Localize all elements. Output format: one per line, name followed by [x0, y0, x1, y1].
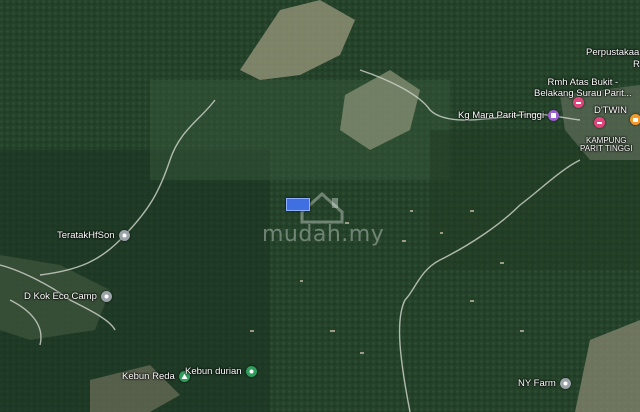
listing-marker[interactable] [286, 198, 310, 211]
poi-pink-2[interactable] [594, 117, 605, 128]
poi-perpustakaan-line2: R [633, 60, 640, 70]
shop-icon [630, 114, 640, 125]
poi-dtwin[interactable]: D'TWIN [594, 106, 627, 116]
poi-teratak-label: TeratakHfSon [57, 229, 115, 241]
poi-kampung-label-line2: PARIT TINGGI [580, 144, 633, 153]
plant-icon [245, 366, 257, 377]
poi-rmh-label-line1: Rmh Atas Bukit - [547, 77, 619, 88]
bed-icon [573, 97, 584, 108]
poi-ny-farm[interactable]: NY Farm [518, 378, 571, 389]
poi-ny-farm-label: NY Farm [518, 377, 556, 389]
poi-perpustakaan[interactable]: Perpustakaa [586, 48, 639, 58]
poi-rmh-atas-bukit[interactable]: Rmh Atas Bukit - Belakang Surau Parit... [534, 78, 632, 98]
place-icon [559, 378, 571, 389]
poi-dkok-label: D Kok Eco Camp [24, 290, 97, 302]
poi-kg-mara-label: Kg Mara Parit Tinggi [458, 109, 545, 121]
poi-kebun-durian[interactable]: Kebun durian [185, 366, 257, 377]
place-icon [118, 230, 130, 241]
poi-teratak[interactable]: TeratakHfSon [57, 230, 130, 241]
place-icon [100, 291, 112, 302]
bed-icon [594, 117, 605, 128]
poi-kebun-reda-label: Kebun Reda [122, 370, 175, 382]
poi-dkok[interactable]: D Kok Eco Camp [24, 291, 112, 302]
poi-perpustakaan-label: Perpustakaa [586, 47, 640, 58]
poi-pink-1[interactable] [573, 97, 584, 108]
poi-kg-mara[interactable]: Kg Mara Parit Tinggi [458, 109, 560, 121]
poi-orange[interactable] [630, 114, 640, 125]
poi-kebun-durian-label: Kebun durian [185, 365, 242, 377]
poi-kebun-reda[interactable]: Kebun Reda [122, 371, 190, 382]
poi-dtwin-label: D'TWIN [594, 105, 627, 116]
poi-perpustakaan-label-line2: R [633, 59, 640, 70]
poi-kampung-parit-tinggi[interactable]: KAMPUNG PARIT TINGGI [580, 137, 632, 153]
watermark-text: mudah.my [262, 222, 385, 247]
building-icon [548, 110, 560, 121]
